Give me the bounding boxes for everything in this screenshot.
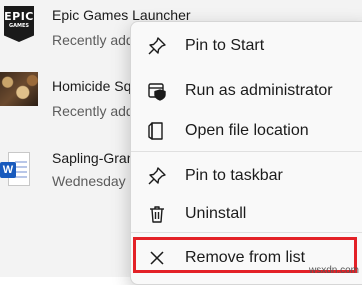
item-subtitle: Wednesday — [52, 173, 126, 189]
menu-item-run-as-administrator[interactable]: Run as administrator — [135, 74, 361, 108]
pin-icon — [147, 166, 167, 186]
menu-item-uninstall[interactable]: Uninstall — [135, 197, 361, 231]
pin-icon — [147, 36, 167, 56]
word-document-icon: W — [0, 152, 30, 186]
menu-item-label: Pin to Start — [185, 37, 265, 54]
menu-item-label: Pin to taskbar — [185, 167, 283, 184]
menu-item-label: Open file location — [185, 122, 309, 139]
watermark: wsxdn.com — [308, 265, 359, 276]
menu-item-label: Uninstall — [185, 205, 247, 222]
menu-item-pin-to-start[interactable]: Pin to Start — [135, 29, 361, 63]
menu-item-pin-to-taskbar[interactable]: Pin to taskbar — [135, 159, 361, 193]
item-name: Sapling-Grant — [52, 150, 139, 166]
menu-item-label: Run as administrator — [185, 82, 333, 99]
shield-icon — [147, 81, 167, 101]
menu-item-open-file-location[interactable]: Open file location — [135, 114, 361, 148]
menu-separator — [131, 151, 362, 152]
folder-icon — [147, 121, 167, 141]
menu-separator — [131, 232, 362, 233]
trash-icon — [147, 204, 167, 224]
game-thumbnail-icon — [0, 72, 38, 106]
